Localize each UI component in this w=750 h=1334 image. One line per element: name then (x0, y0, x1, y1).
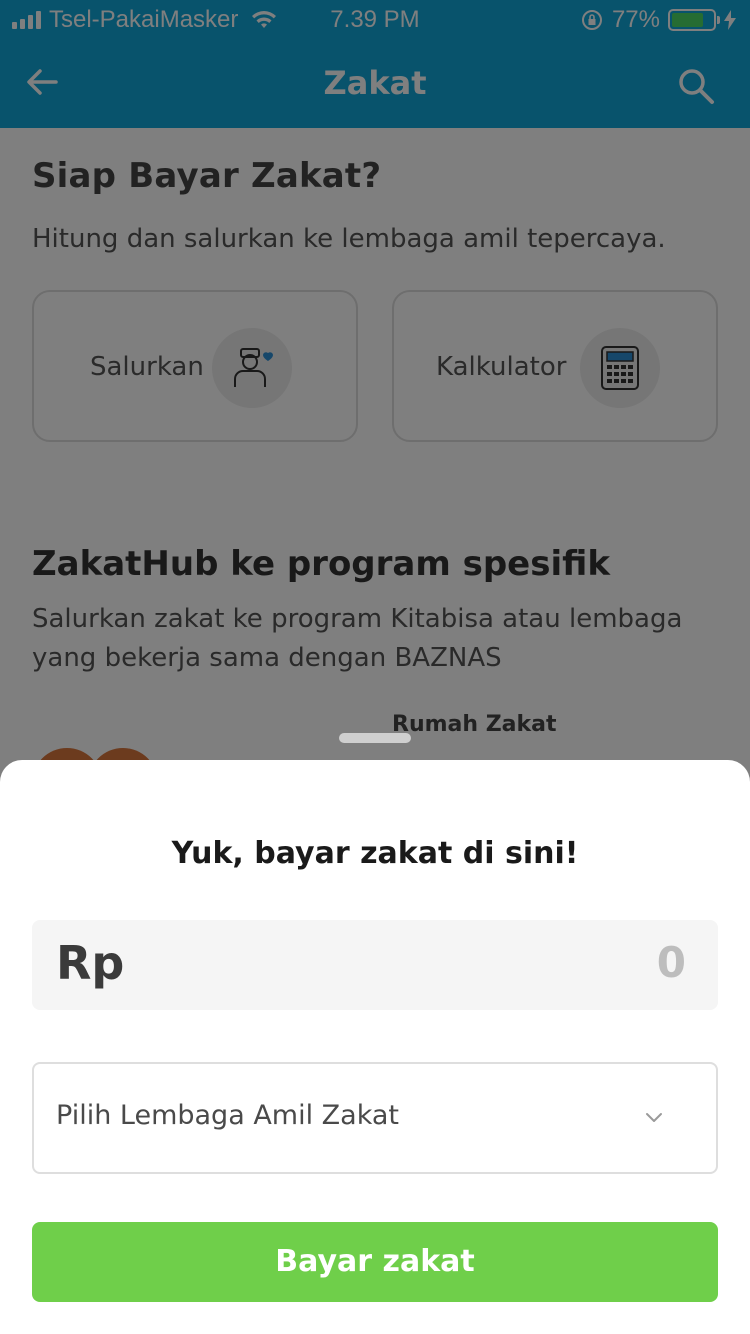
sheet-drag-handle[interactable] (339, 733, 411, 743)
amount-value: 0 (656, 938, 686, 987)
currency-label: Rp (56, 936, 125, 990)
chevron-down-icon (646, 1113, 662, 1122)
sheet-title: Yuk, bayar zakat di sini! (171, 836, 579, 871)
pay-button[interactable]: Bayar zakat (32, 1222, 718, 1302)
amount-input[interactable]: Rp 0 (32, 920, 718, 1010)
amil-select[interactable]: Pilih Lembaga Amil Zakat (32, 1062, 718, 1174)
bottom-sheet: Yuk, bayar zakat di sini! Rp 0 Pilih Lem… (0, 760, 750, 1334)
amil-select-placeholder: Pilih Lembaga Amil Zakat (56, 1100, 400, 1131)
